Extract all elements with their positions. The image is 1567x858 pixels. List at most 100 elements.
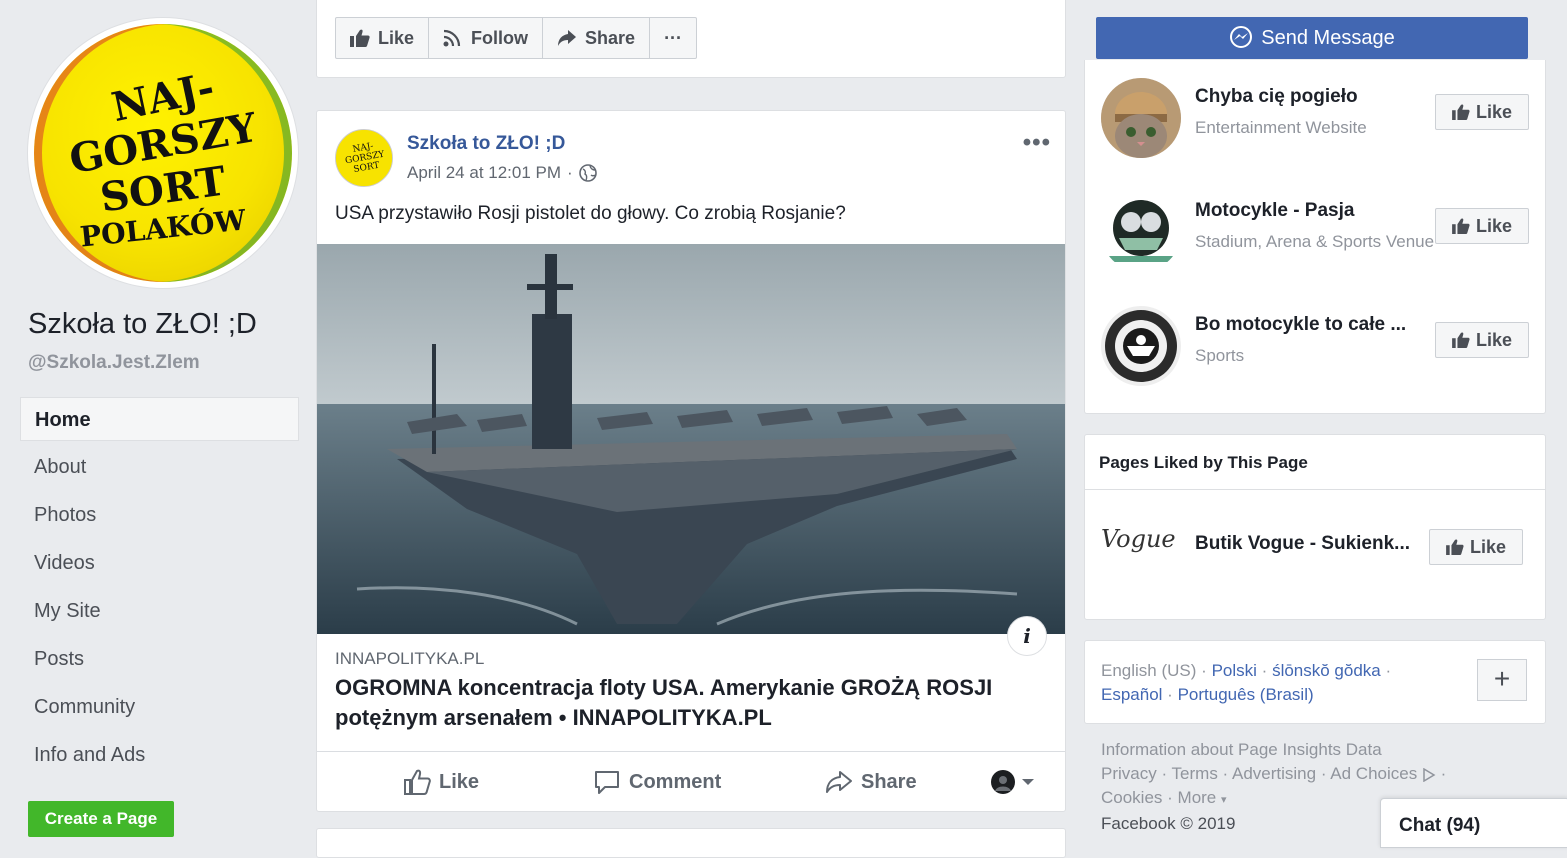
thumbs-up-icon [1446, 539, 1464, 555]
language-link[interactable]: Português (Brasil) [1178, 685, 1314, 704]
footer-link[interactable]: Privacy [1101, 764, 1157, 783]
link-title[interactable]: OGROMNA koncentracja floty USA. Amerykan… [335, 673, 1035, 733]
suggested-page-like-button[interactable]: Like [1435, 208, 1529, 244]
share-arrow-icon [825, 769, 853, 795]
language-link[interactable]: Polski [1212, 661, 1257, 680]
create-page-button[interactable]: Create a Page [28, 801, 174, 837]
footer-link[interactable]: More [1178, 788, 1217, 807]
chat-label: Chat (94) [1399, 815, 1481, 836]
post-author-avatar[interactable]: NAJ- GORSZY SORT [335, 129, 393, 187]
nav-item-about[interactable]: About [20, 445, 299, 489]
thumbs-up-icon [1452, 332, 1470, 348]
like-label: Like [1475, 215, 1513, 236]
caret-down-icon: ▾ [1221, 794, 1227, 806]
footer-link[interactable]: Advertising [1232, 764, 1316, 783]
page-share-button[interactable]: Share [543, 18, 651, 58]
suggested-page-name[interactable]: Motocykle - Pasja [1195, 200, 1433, 222]
nav-item-videos[interactable]: Videos [20, 541, 299, 585]
page-profile-picture[interactable]: NAJ- GORSZY SORT POLAKÓW [28, 18, 298, 288]
messenger-icon [1229, 26, 1253, 50]
left-column: NAJ- GORSZY SORT POLAKÓW Szkoła to ZŁO! … [0, 0, 310, 842]
nav-item-my-site[interactable]: My Site [20, 589, 299, 633]
caret-down-icon [1021, 777, 1035, 787]
post-timestamp[interactable]: April 24 at 12:01 PM [407, 163, 561, 183]
footer-insights-link[interactable]: Information about Page Insights Data [1101, 738, 1481, 762]
suggested-page-like-button[interactable]: Like [1435, 322, 1529, 358]
nav-item-info-and-ads[interactable]: Info and Ads [20, 733, 299, 777]
ad-choices-icon [1422, 767, 1436, 782]
send-message-button[interactable]: Send Message [1096, 17, 1528, 59]
post-link-image[interactable] [317, 244, 1065, 634]
page-handle[interactable]: @Szkola.Jest.Zlem [28, 352, 200, 374]
suggested-page-thumb[interactable] [1101, 78, 1181, 158]
language-list: English (US) · Polski · ślōnskŏ gŏdka · … [1101, 659, 1451, 707]
post-text: USA przystawiło Rosji pistolet do głowy.… [335, 203, 846, 224]
user-avatar [991, 770, 1015, 794]
post-like-label: Like [439, 770, 480, 793]
like-label: Like [1469, 536, 1507, 557]
like-label: Like [1475, 101, 1513, 122]
thumbs-up-icon [1452, 104, 1470, 120]
comment-icon [593, 769, 621, 795]
pages-liked-heading: Pages Liked by This Page [1099, 453, 1308, 472]
sep: · [1201, 661, 1207, 680]
page-title: Szkoła to ZŁO! ;D [28, 308, 257, 340]
page-follow-button[interactable]: Follow [429, 18, 544, 58]
footer-link[interactable]: Terms [1172, 764, 1218, 783]
vogue-logo-text: Vogue [1101, 525, 1176, 553]
nav-item-posts[interactable]: Posts [20, 637, 299, 681]
feed-post: NAJ- GORSZY SORT Szkoła to ZŁO! ;D April 2… [316, 110, 1066, 812]
page-action-bar: Like Follow Share ··· [316, 0, 1066, 78]
suggested-page-row: Motocykle - Pasja Stadium, Arena & Sport… [1101, 192, 1531, 272]
more-dots-icon: ··· [664, 27, 683, 48]
language-link[interactable]: Español [1101, 685, 1162, 704]
next-post-card [316, 828, 1066, 858]
globe-icon[interactable] [578, 164, 597, 182]
sep: · [1167, 685, 1173, 704]
divider [1085, 489, 1545, 490]
info-icon[interactable]: i [1007, 616, 1047, 656]
suggested-page-row: Chyba cię pogieło Entertainment Website … [1101, 78, 1531, 158]
sep: · [1261, 661, 1268, 680]
suggested-page-name[interactable]: Bo motocykle to całe ... [1195, 314, 1433, 336]
suggested-pages-card: Chyba cię pogieło Entertainment Website … [1084, 60, 1546, 414]
sep: · [1385, 661, 1392, 680]
post-meta: April 24 at 12:01 PM · [407, 163, 597, 183]
page-more-button[interactable]: ··· [650, 18, 696, 58]
post-comment-button[interactable]: Comment [593, 769, 721, 795]
plus-icon[interactable]: + [1477, 659, 1527, 701]
page-like-label: Like [378, 27, 415, 48]
post-like-button[interactable]: Like [403, 769, 479, 795]
post-actions: Like Comment Share [317, 752, 1065, 812]
page-share-label: Share [585, 27, 636, 48]
language-link[interactable]: ślōnskŏ gŏdka [1272, 661, 1381, 680]
page-logo: NAJ- GORSZY SORT POLAKÓW [34, 24, 292, 282]
footer-link[interactable]: Ad Choices [1330, 764, 1417, 783]
rss-icon [443, 29, 463, 47]
current-language: English (US) [1101, 661, 1197, 680]
liked-page-like-button[interactable]: Like [1429, 529, 1523, 565]
post-share-label: Share [861, 770, 917, 793]
link-domain: INNAPOLITYKA.PL [335, 649, 485, 668]
nav-item-community[interactable]: Community [20, 685, 299, 729]
suggested-page-category: Entertainment Website [1195, 118, 1367, 137]
chat-tab[interactable]: Chat (94) [1380, 798, 1567, 848]
footer-link[interactable]: Cookies [1101, 788, 1162, 807]
liked-page-name[interactable]: Butik Vogue - Sukienk... [1195, 533, 1433, 555]
nav-item-home[interactable]: Home [20, 397, 299, 441]
post-options-button[interactable]: ••• [1023, 129, 1051, 157]
post-share-button[interactable]: Share [825, 769, 917, 795]
page-like-button[interactable]: Like [336, 18, 430, 58]
page-follow-label: Follow [471, 27, 529, 48]
suggested-page-thumb[interactable] [1101, 192, 1181, 272]
post-author-name[interactable]: Szkoła to ZŁO! ;D [407, 133, 565, 155]
meta-separator: · [567, 163, 573, 182]
post-as-selector[interactable] [991, 770, 1035, 794]
suggested-page-like-button[interactable]: Like [1435, 94, 1529, 130]
post-comment-label: Comment [629, 770, 722, 793]
nav-item-photos[interactable]: Photos [20, 493, 299, 537]
suggested-page-name[interactable]: Chyba cię pogieło [1195, 86, 1433, 108]
suggested-page-category: Stadium, Arena & Sports Venue [1195, 232, 1435, 251]
liked-page-logo[interactable]: Vogue [1101, 507, 1181, 587]
suggested-page-thumb[interactable] [1101, 306, 1181, 386]
